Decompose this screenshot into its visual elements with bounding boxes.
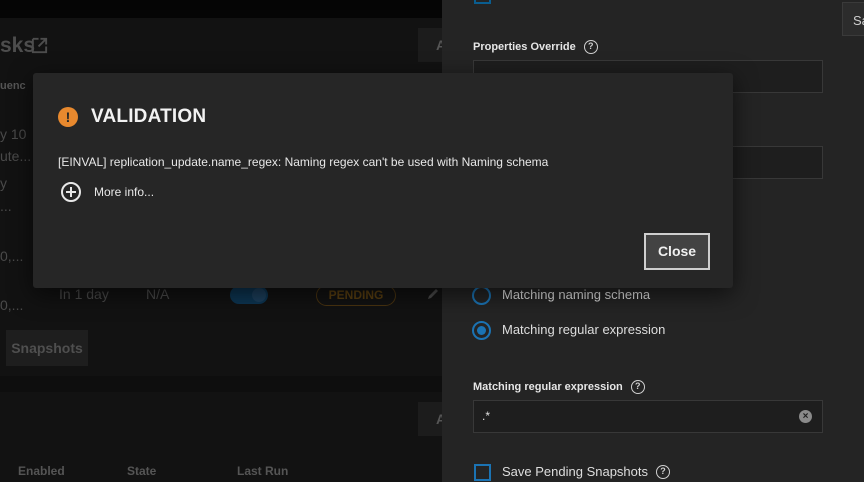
- close-button[interactable]: Close: [644, 233, 710, 270]
- dialog-title: VALIDATION: [91, 106, 207, 127]
- more-info-toggle[interactable]: More info...: [61, 182, 154, 202]
- more-info-label[interactable]: More info...: [94, 185, 154, 199]
- warning-icon: !: [58, 107, 78, 127]
- validation-dialog: ! VALIDATION [EINVAL] replication_update…: [33, 73, 733, 288]
- dialog-message: [EINVAL] replication_update.name_regex: …: [58, 155, 549, 169]
- app-root: sks A uenc y 10 ute... y ... 0,... 0,...…: [0, 0, 864, 482]
- add-circle-icon[interactable]: [61, 182, 81, 202]
